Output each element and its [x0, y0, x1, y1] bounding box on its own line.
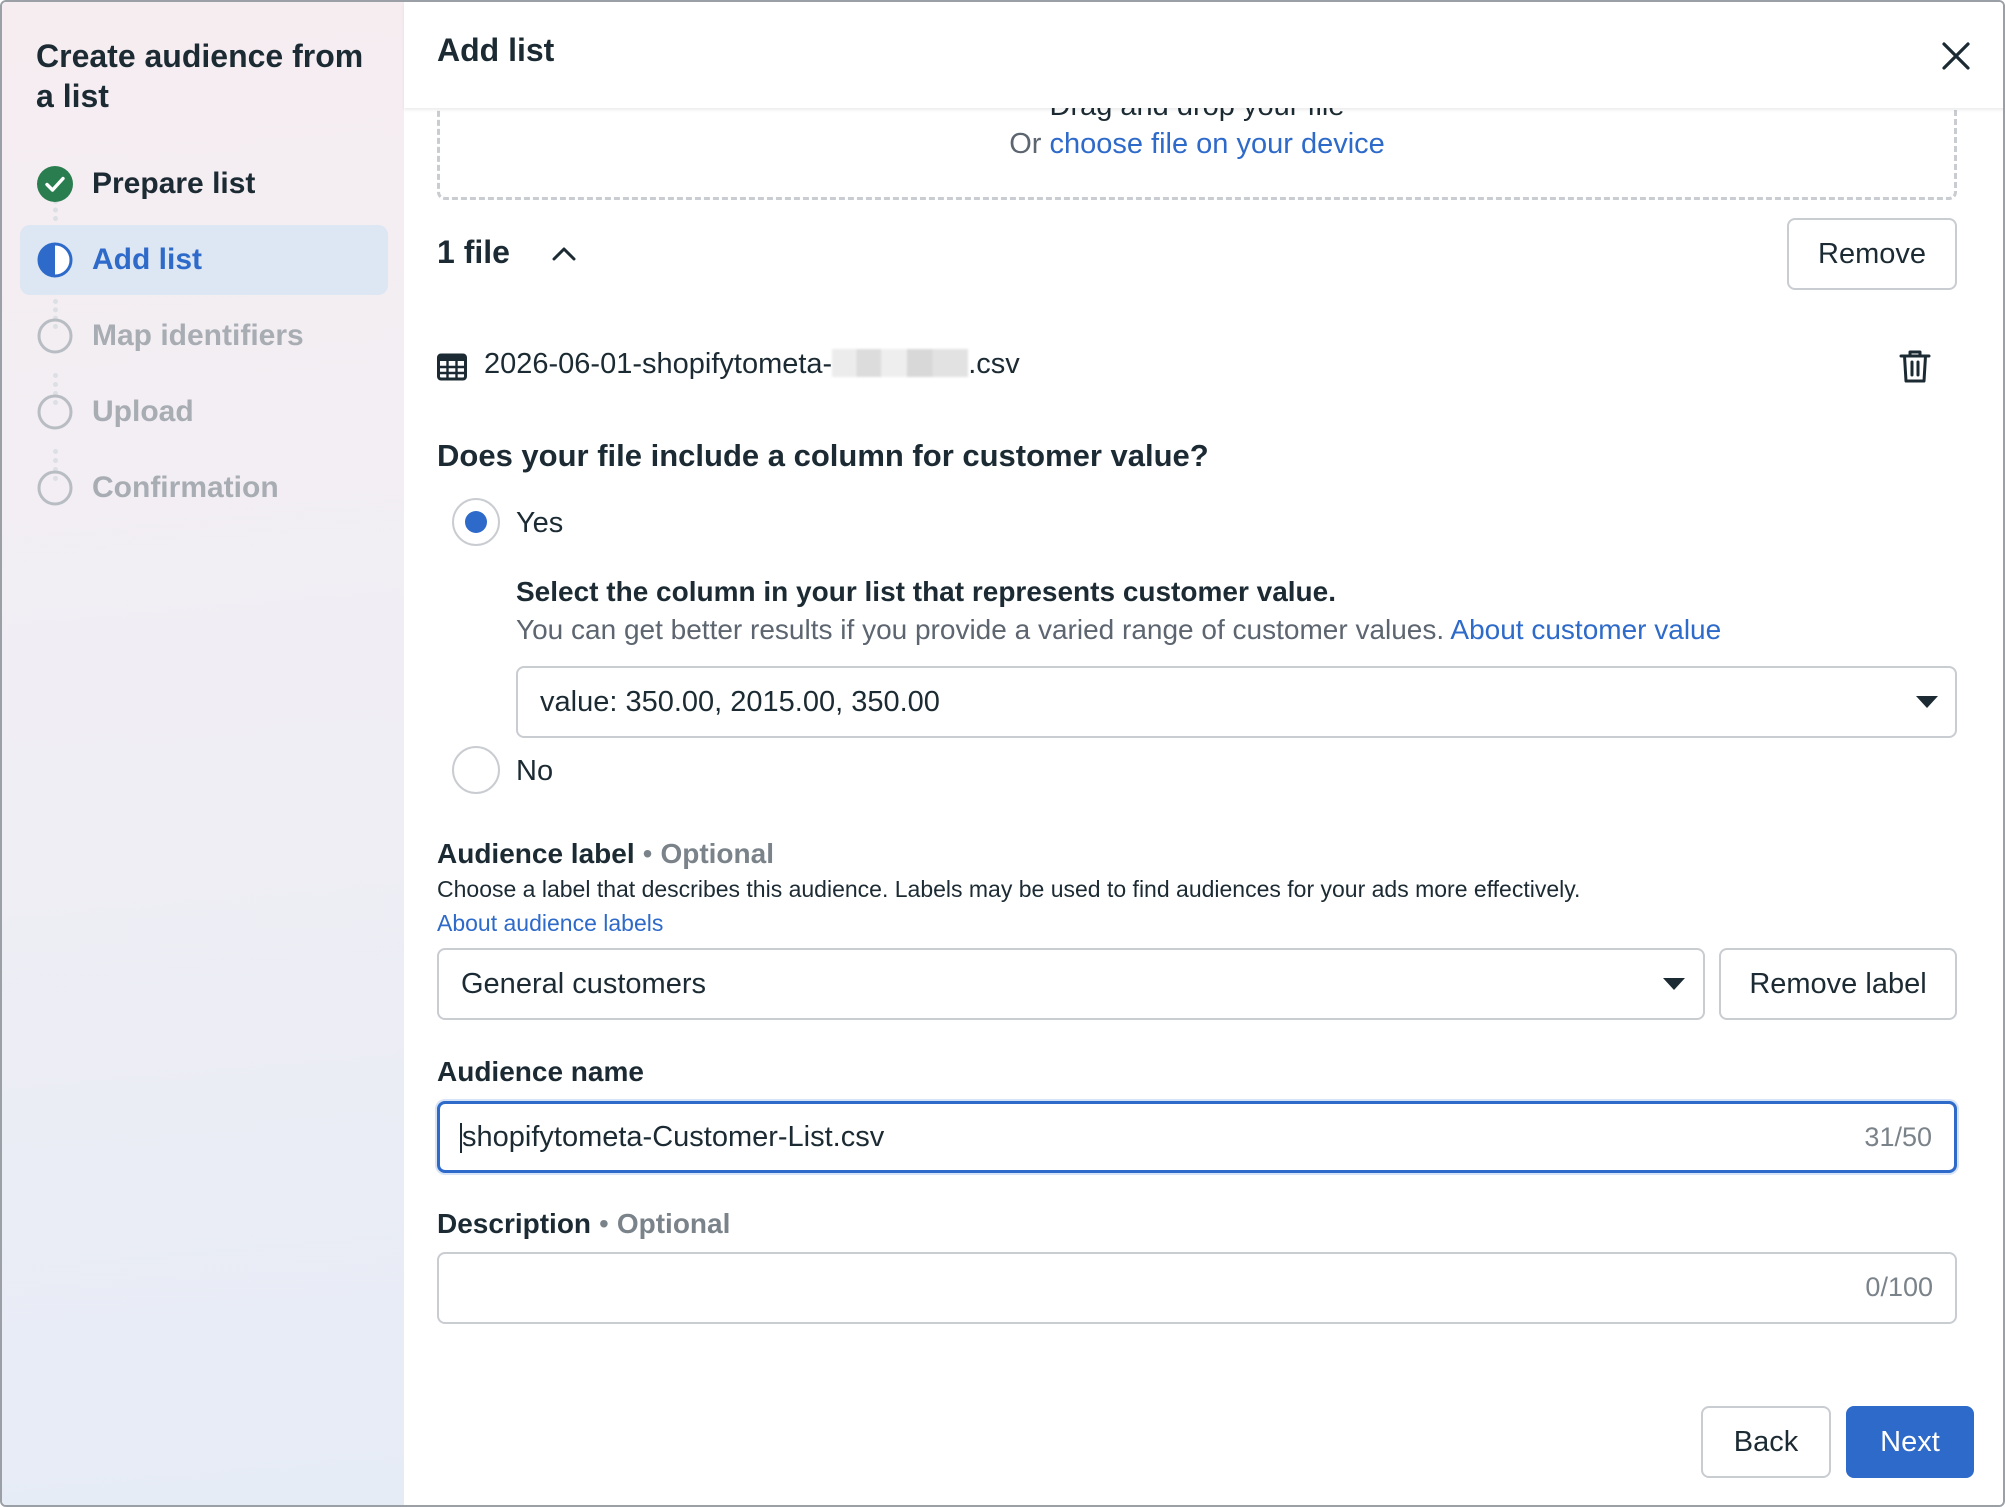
dialog-title: Add list [437, 32, 555, 68]
steps-sidebar: Create audience from a list Prepare list… [2, 2, 404, 1505]
sidebar-title: Create audience from a list [36, 38, 364, 114]
chevron-up-icon[interactable] [548, 238, 580, 270]
file-count: 1 file [437, 234, 510, 270]
step-label: Confirmation [92, 471, 279, 504]
spreadsheet-icon [437, 353, 467, 381]
step-confirmation[interactable]: Confirmation [20, 453, 388, 523]
step-map-identifiers[interactable]: Map identifiers [20, 301, 388, 371]
character-counter: 0/100 [1865, 1272, 1933, 1302]
remove-label-button[interactable]: Remove label [1719, 948, 1957, 1020]
step-label: Add list [92, 243, 202, 276]
step-add-list[interactable]: Add list [20, 225, 388, 295]
step-upload[interactable]: Upload [20, 377, 388, 447]
step-label: Prepare list [92, 167, 256, 200]
choose-file-link[interactable]: choose file on your device [1049, 128, 1384, 160]
audience-label-help: Choose a label that describes this audie… [437, 876, 1581, 902]
remove-file-button[interactable]: Remove [1787, 218, 1957, 290]
about-customer-value-link[interactable]: About customer value [1450, 614, 1721, 645]
step-label: Upload [92, 395, 194, 428]
step-label: Map identifiers [92, 319, 304, 352]
select-value: General customers [461, 968, 706, 1000]
redacted-text [832, 349, 969, 377]
column-select-help: You can get better results if you provid… [516, 614, 1721, 646]
character-counter: 31/50 [1864, 1122, 1932, 1152]
description-input[interactable]: 0/100 [437, 1252, 1957, 1324]
audience-name-label: Audience name [437, 1056, 644, 1087]
audience-label-title: Audience label [437, 838, 635, 869]
caret-down-icon [1916, 696, 1938, 708]
create-audience-dialog: Create audience from a list Prepare list… [0, 0, 2005, 1507]
dialog-header: Add list [404, 2, 2003, 108]
audience-label-heading: Audience label • Optional [437, 838, 774, 870]
main-panel: Add list Drag and drop your file Or choo… [404, 2, 2003, 1505]
or-text: Or [1009, 128, 1042, 160]
separator-dot: • [599, 1208, 609, 1239]
radio-no[interactable] [452, 746, 500, 794]
audience-name-input[interactable]: shopifytometa-Customer-List.csv 31/50 [437, 1101, 1957, 1173]
customer-value-column-select[interactable]: value: 350.00, 2015.00, 350.00 [516, 666, 1957, 738]
customer-value-question: Does your file include a column for cust… [437, 438, 1209, 473]
trash-icon[interactable] [1898, 348, 1932, 384]
file-name: 2026-06-01-shopifytometa- .csv [484, 348, 1020, 381]
close-icon[interactable] [1934, 34, 1978, 78]
audience-label-select[interactable]: General customers [437, 948, 1705, 1020]
column-select-heading: Select the column in your list that repr… [516, 576, 1337, 607]
description-title: Description [437, 1208, 592, 1239]
half-circle-icon [37, 242, 73, 278]
file-name-prefix: 2026-06-01-shopifytometa- [484, 348, 833, 380]
select-value: value: 350.00, 2015.00, 350.00 [540, 686, 940, 718]
input-value: shopifytometa-Customer-List.csv [462, 1121, 885, 1153]
separator-dot: • [642, 838, 653, 869]
choose-file-line: Or choose file on your device [440, 128, 1954, 161]
back-button[interactable]: Back [1701, 1406, 1831, 1478]
step-prepare-list[interactable]: Prepare list [20, 149, 388, 219]
radio-no-label[interactable]: No [516, 755, 553, 788]
next-button[interactable]: Next [1846, 1406, 1974, 1478]
check-circle-icon [37, 166, 73, 202]
caret-down-icon [1663, 978, 1685, 990]
file-name-suffix: .csv [968, 348, 1020, 380]
about-audience-labels-link[interactable]: About audience labels [437, 910, 663, 937]
radio-yes[interactable] [452, 498, 500, 546]
optional-tag: Optional [660, 838, 774, 869]
empty-circle-icon [37, 470, 73, 506]
radio-yes-label[interactable]: Yes [516, 507, 563, 540]
column-help-text: You can get better results if you provid… [516, 614, 1445, 645]
optional-tag: Optional [616, 1208, 731, 1239]
empty-circle-icon [37, 318, 73, 354]
empty-circle-icon [37, 394, 73, 430]
description-heading: Description • Optional [437, 1208, 730, 1240]
